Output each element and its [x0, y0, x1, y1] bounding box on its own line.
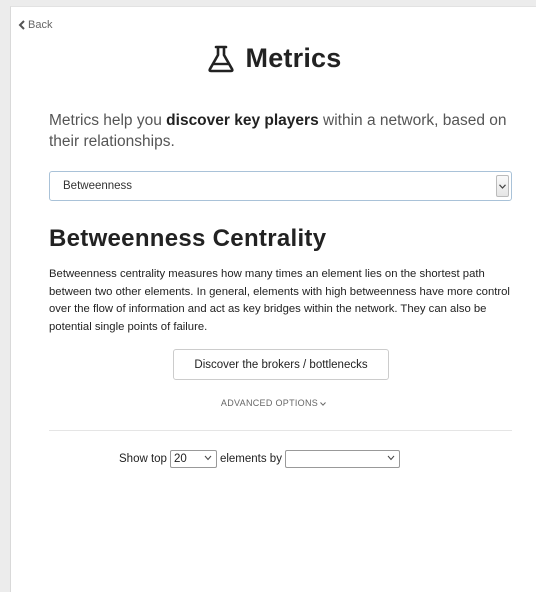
dropdown-button[interactable]	[496, 175, 509, 197]
chevron-left-icon	[18, 20, 25, 30]
chevron-down-icon	[204, 455, 212, 461]
flask-icon	[207, 45, 234, 72]
section-title: Betweenness Centrality	[49, 225, 327, 252]
discover-brokers-button[interactable]: Discover the brokers / bottlenecks	[173, 349, 389, 380]
chevron-down-icon	[387, 455, 395, 461]
show-top-middle: elements by	[219, 453, 282, 465]
section-description: Betweenness centrality measures how many…	[49, 268, 510, 333]
chevron-down-icon	[499, 183, 506, 189]
advanced-options-label: ADVANCED OPTIONS	[220, 398, 319, 408]
intro-emphasis: discover key players	[166, 112, 319, 129]
metrics-panel: Back Metrics Metrics help you discover k…	[10, 6, 536, 592]
top-count-select[interactable]: 20	[169, 450, 217, 468]
intro-prefix: Metrics help you	[49, 112, 167, 129]
page-header: Metrics	[11, 43, 536, 74]
advanced-options-toggle[interactable]: ADVANCED OPTIONS	[11, 398, 536, 408]
metric-select[interactable]: Betweenness	[49, 171, 512, 201]
show-top-prefix: Show top	[119, 453, 167, 465]
top-count-value: 20	[173, 453, 187, 465]
back-link[interactable]: Back	[18, 19, 52, 31]
page-title: Metrics	[245, 43, 342, 73]
back-label: Back	[28, 19, 53, 31]
show-top-row: Show top 20 elements by	[119, 450, 400, 468]
metric-select-value: Betweenness	[63, 180, 133, 192]
intro-text: Metrics help you discover key players wi…	[49, 110, 519, 152]
divider	[49, 430, 512, 431]
chevron-down-icon	[320, 401, 326, 406]
elements-by-select[interactable]	[284, 450, 400, 468]
